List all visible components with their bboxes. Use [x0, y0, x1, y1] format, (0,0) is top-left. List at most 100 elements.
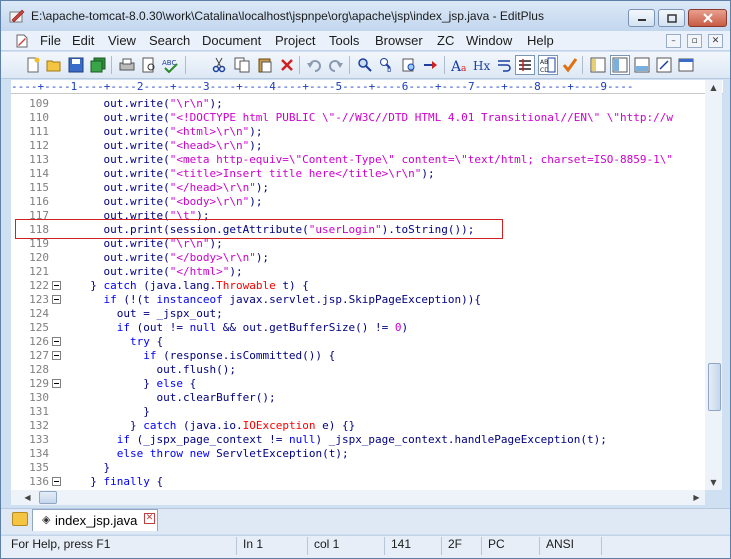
code-line[interactable]: 127 if (response.isCommitted()) { — [11, 349, 705, 363]
code-line[interactable]: 123 if (!(t instanceof javax.servlet.jsp… — [11, 293, 705, 307]
paste-button[interactable] — [255, 55, 275, 75]
code-line[interactable]: 132 } catch (java.io.IOException e) {} — [11, 419, 705, 433]
horizontal-scroll-thumb[interactable] — [39, 491, 57, 504]
delete-button[interactable] — [277, 55, 297, 75]
menu-view[interactable]: View — [108, 33, 136, 48]
goto-button[interactable] — [421, 55, 441, 75]
code-line[interactable]: 134 else throw new ServletException(t); — [11, 447, 705, 461]
code-line[interactable]: 114 out.write("<title>Insert title here<… — [11, 167, 705, 181]
code-line[interactable]: 121 out.write("</html>"); — [11, 265, 705, 279]
code-line[interactable]: 116 out.write("<body>\r\n"); — [11, 195, 705, 209]
hx-button[interactable]: Hx — [472, 55, 492, 75]
document-menu-icon[interactable] — [15, 34, 29, 48]
minimize-button[interactable] — [628, 9, 655, 27]
code-line[interactable]: 119 out.write("\r\n"); — [11, 237, 705, 251]
fold-collapse-icon[interactable] — [52, 337, 61, 346]
code-line[interactable]: 130 out.clearBuffer(); — [11, 391, 705, 405]
output-window-button[interactable] — [632, 55, 652, 75]
open-file-button[interactable] — [44, 55, 64, 75]
replace-button[interactable]: b — [377, 55, 397, 75]
code-line[interactable]: 131 } — [11, 405, 705, 419]
find-button[interactable] — [355, 55, 375, 75]
menu-window[interactable]: Window — [466, 33, 512, 48]
code-line[interactable]: 110 out.write("<!DOCTYPE html PUBLIC \"-… — [11, 111, 705, 125]
browser-button[interactable] — [676, 55, 696, 75]
new-file-button[interactable] — [23, 55, 43, 75]
redo-button[interactable] — [326, 55, 346, 75]
mdi-close-button[interactable]: ✕ — [708, 34, 723, 48]
print-preview-button[interactable] — [139, 55, 159, 75]
code-editor[interactable]: 109 out.write("\r\n"); 110 out.write("<!D… — [11, 94, 705, 490]
line-number-toggle-button[interactable] — [515, 55, 535, 75]
folder-icon[interactable] — [12, 512, 28, 526]
undo-button[interactable] — [304, 55, 324, 75]
fold-collapse-icon[interactable] — [52, 281, 61, 290]
menu-document[interactable]: Document — [202, 33, 261, 48]
code-text: out.flush(); — [77, 363, 235, 377]
replace-icon: b — [380, 58, 392, 73]
fold-collapse-icon[interactable] — [52, 477, 61, 486]
vertical-scroll-thumb[interactable] — [708, 363, 721, 411]
save-button[interactable] — [66, 55, 86, 75]
print-button[interactable] — [117, 55, 137, 75]
code-line[interactable]: 126 try { — [11, 335, 705, 349]
fold-collapse-icon[interactable] — [52, 351, 61, 360]
horizontal-scrollbar[interactable]: ◀ ▶ — [11, 490, 705, 505]
code-line[interactable]: 124 out = _jspx_out; — [11, 307, 705, 321]
code-line[interactable]: 136 } finally { — [11, 475, 705, 489]
toolbar-separator — [111, 56, 112, 74]
maximize-button[interactable] — [658, 9, 685, 27]
svg-text:a: a — [461, 64, 467, 73]
code-line[interactable]: 112 out.write("<head>\r\n"); — [11, 139, 705, 153]
line-number: 133 — [29, 433, 49, 446]
menu-edit[interactable]: Edit — [72, 33, 94, 48]
code-line[interactable]: 122 } catch (java.lang.Throwable t) { — [11, 279, 705, 293]
code-line[interactable]: 113 out.write("<meta http-equiv=\"Conten… — [11, 153, 705, 167]
close-button[interactable] — [688, 9, 727, 27]
copy-button[interactable] — [232, 55, 252, 75]
word-wrap-button[interactable] — [494, 55, 514, 75]
menu-tools[interactable]: Tools — [329, 33, 359, 48]
menu-zc[interactable]: ZC — [437, 33, 454, 48]
editplus-app-icon[interactable] — [9, 9, 25, 23]
mdi-restore-button[interactable]: ▫ — [687, 34, 702, 48]
fullscreen-button[interactable] — [654, 55, 674, 75]
menu-file[interactable]: File — [40, 33, 61, 48]
menu-browser[interactable]: Browser — [375, 33, 423, 48]
menu-help[interactable]: Help — [527, 33, 554, 48]
tab-close-icon[interactable]: ✕ — [144, 513, 155, 524]
code-line[interactable]: 128 out.flush(); — [11, 363, 705, 377]
scroll-left-arrow-icon[interactable]: ◀ — [19, 490, 36, 505]
fold-collapse-icon[interactable] — [52, 379, 61, 388]
scroll-up-arrow-icon[interactable]: ▲ — [705, 80, 722, 95]
mdi-minimize-button[interactable]: – — [666, 34, 681, 48]
code-line[interactable]: 129 } else { — [11, 377, 705, 391]
code-line[interactable]: 125 if (out != null && out.getBufferSize… — [11, 321, 705, 335]
cliptext-window-toggle-button[interactable] — [610, 55, 630, 75]
code-line[interactable]: 133 if (_jspx_page_context != null) _jsp… — [11, 433, 705, 447]
scroll-right-arrow-icon[interactable]: ▶ — [688, 490, 705, 505]
code-line[interactable]: 111 out.write("<html>\r\n"); — [11, 125, 705, 139]
menu-project[interactable]: Project — [275, 33, 315, 48]
code-token: else — [156, 377, 183, 390]
font-button[interactable]: Aa — [450, 55, 470, 75]
vertical-scrollbar[interactable]: ▲ ▼ — [705, 80, 722, 490]
cut-button[interactable] — [209, 55, 229, 75]
code-text: } else { — [77, 377, 196, 391]
code-line[interactable]: 115 out.write("</head>\r\n"); — [11, 181, 705, 195]
spellcheck-button[interactable]: ABC — [161, 55, 181, 75]
check-button[interactable] — [560, 55, 580, 75]
fold-collapse-icon[interactable] — [52, 295, 61, 304]
code-line[interactable]: 135 } — [11, 461, 705, 475]
find-in-files-button[interactable] — [399, 55, 419, 75]
code-line[interactable]: 109 out.write("\r\n"); — [11, 97, 705, 111]
line-number: 109 — [29, 97, 49, 110]
scroll-down-arrow-icon[interactable]: ▼ — [705, 475, 722, 490]
line-number: 121 — [29, 265, 49, 278]
save-all-button[interactable] — [88, 55, 108, 75]
code-line[interactable]: 120 out.write("</body>\r\n"); — [11, 251, 705, 265]
directory-window-button[interactable] — [588, 55, 608, 75]
menu-search[interactable]: Search — [149, 33, 190, 48]
code-text: out.write("<head>\r\n"); — [77, 139, 262, 153]
column-select-toggle-button[interactable]: AB CD — [538, 55, 558, 75]
